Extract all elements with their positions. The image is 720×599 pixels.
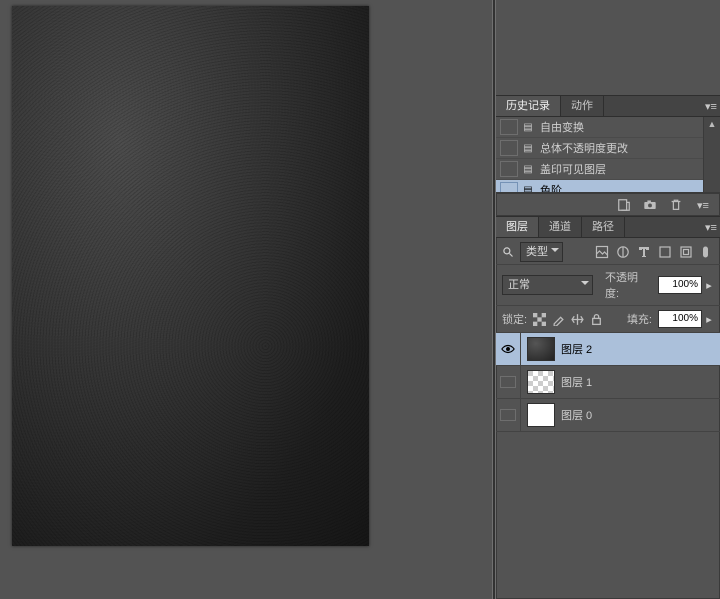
layer-name-label[interactable]: 图层 1 (561, 374, 592, 390)
history-item[interactable]: ▤ 自由变换 (496, 117, 720, 138)
history-footer: ▾≡ (496, 193, 720, 216)
fill-label: 填充: (627, 311, 652, 327)
layer-name-label[interactable]: 图层 2 (561, 341, 592, 357)
tab-channels[interactable]: 通道 (539, 217, 582, 237)
history-panel-menu-icon[interactable]: ▾≡ (702, 100, 720, 113)
history-snapshot-box[interactable] (500, 140, 518, 156)
canvas-area (0, 0, 492, 599)
fill-input[interactable]: 100% (658, 310, 702, 328)
layer-thumbnail[interactable] (527, 370, 555, 394)
history-step-icon: ▤ (522, 142, 534, 154)
scroll-up-icon[interactable]: ▲ (704, 117, 720, 131)
lock-brush-icon[interactable] (552, 313, 565, 326)
filter-shape-icon[interactable] (658, 245, 672, 259)
filter-pixel-icon[interactable] (595, 245, 609, 259)
filter-smart-icon[interactable] (679, 245, 693, 259)
visibility-empty-box (500, 409, 516, 421)
history-item[interactable]: ▤ 色阶 (496, 180, 720, 193)
layer-row[interactable]: 图层 0 (496, 399, 720, 432)
visibility-empty-box (500, 376, 516, 388)
filter-toggle-icon[interactable] (700, 245, 714, 259)
fill-stepper-icon[interactable]: ▸ (704, 310, 714, 328)
history-step-icon: ▤ (522, 184, 534, 193)
history-step-icon: ▤ (522, 121, 534, 133)
lock-transparent-icon[interactable] (533, 313, 546, 326)
history-new-document-icon[interactable] (616, 197, 632, 213)
layer-name-label[interactable]: 图层 0 (561, 407, 592, 423)
opacity-stepper-icon[interactable]: ▸ (704, 276, 714, 294)
camera-icon[interactable] (642, 197, 658, 213)
layer-filter-bar: 类型 (496, 238, 720, 265)
filter-adjust-icon[interactable] (616, 245, 630, 259)
history-panel: 历史记录 动作 ▾≡ ▤ 自由变换 ▤ 总体不透明度更改 ▤ 盖印可见图层 ▤ … (496, 95, 720, 216)
trash-icon[interactable] (668, 197, 684, 213)
tab-history[interactable]: 历史记录 (496, 96, 561, 116)
lock-all-icon[interactable] (590, 313, 603, 326)
history-snapshot-box[interactable] (500, 182, 518, 193)
opacity-input[interactable]: 100% (658, 276, 702, 294)
history-item[interactable]: ▤ 盖印可见图层 (496, 159, 720, 180)
tab-paths[interactable]: 路径 (582, 217, 625, 237)
history-tabbar: 历史记录 动作 ▾≡ (496, 95, 720, 117)
tab-actions[interactable]: 动作 (561, 96, 604, 116)
layer-thumbnail[interactable] (527, 337, 555, 361)
layer-row[interactable]: 图层 1 (496, 366, 720, 399)
history-item[interactable]: ▤ 总体不透明度更改 (496, 138, 720, 159)
layer-visibility-toggle[interactable] (496, 399, 521, 431)
history-list: ▤ 自由变换 ▤ 总体不透明度更改 ▤ 盖印可见图层 ▤ 色阶 ▲ (496, 117, 720, 193)
panel-empty-top (496, 0, 720, 95)
history-scrollbar[interactable]: ▲ (703, 117, 720, 192)
blend-mode-select[interactable]: 正常 (502, 275, 593, 295)
lock-move-icon[interactable] (571, 313, 584, 326)
history-step-icon: ▤ (522, 163, 534, 175)
layer-lock-bar: 锁定: 填充: 100% ▸ (496, 306, 720, 333)
layers-panel: 图层 通道 路径 ▾≡ 类型 正常 不透明度: 100% ▸ 锁定: (496, 216, 720, 599)
history-snapshot-box[interactable] (500, 161, 518, 177)
eye-icon (501, 344, 515, 354)
layers-tabbar: 图层 通道 路径 ▾≡ (496, 216, 720, 238)
layer-filter-kind-select[interactable]: 类型 (520, 242, 563, 262)
opacity-label: 不透明度: (605, 269, 652, 301)
filter-type-icon[interactable] (637, 245, 651, 259)
layer-blend-bar: 正常 不透明度: 100% ▸ (496, 265, 720, 306)
document-canvas[interactable] (12, 6, 369, 546)
layer-visibility-toggle[interactable] (496, 366, 521, 398)
history-item-label: 色阶 (540, 182, 720, 193)
lock-label: 锁定: (502, 311, 527, 327)
history-item-label: 总体不透明度更改 (540, 140, 720, 156)
history-item-label: 自由变换 (540, 119, 720, 135)
history-item-label: 盖印可见图层 (540, 161, 720, 177)
history-snapshot-box[interactable] (500, 119, 518, 135)
layer-thumbnail[interactable] (527, 403, 555, 427)
layers-panel-menu-icon[interactable]: ▾≡ (702, 221, 720, 234)
search-icon (502, 246, 514, 258)
history-footer-menu-icon[interactable]: ▾≡ (694, 199, 712, 212)
layer-visibility-toggle[interactable] (496, 333, 521, 365)
layer-row[interactable]: 图层 2 (496, 333, 720, 366)
layer-list: 图层 2 图层 1 图层 0 (496, 333, 720, 432)
tab-layers[interactable]: 图层 (496, 217, 539, 237)
